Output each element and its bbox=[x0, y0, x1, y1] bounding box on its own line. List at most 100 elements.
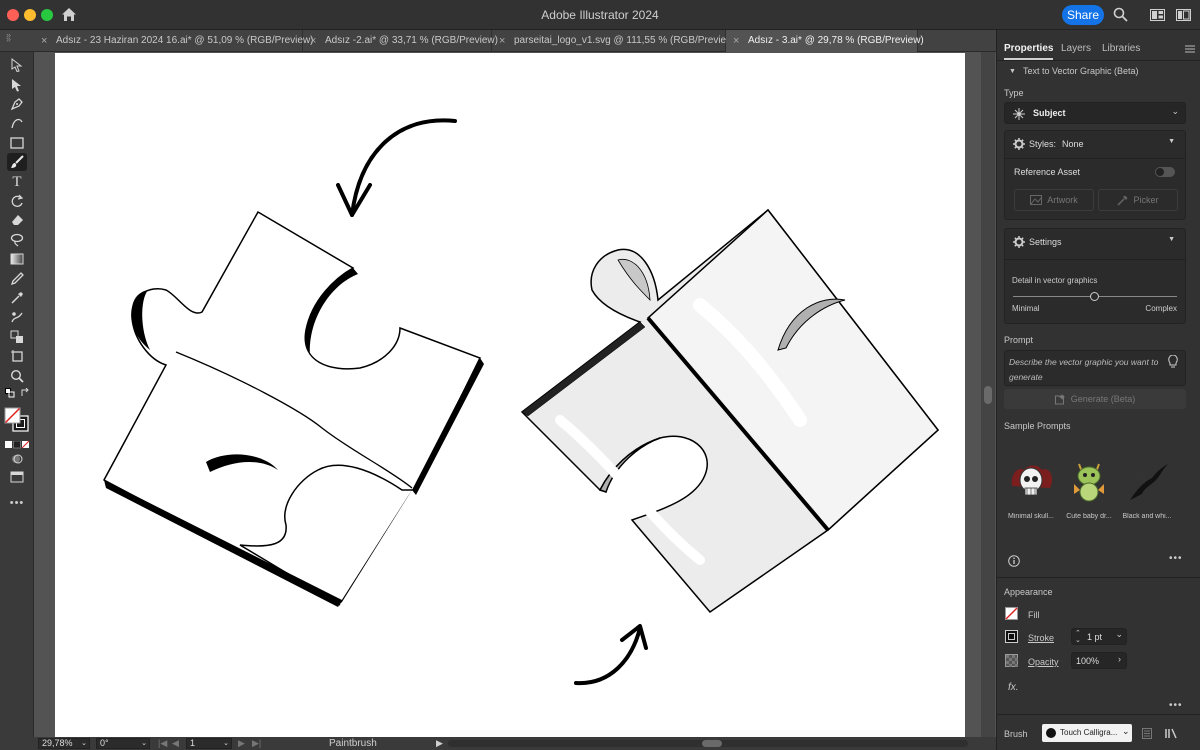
fill-stroke-swatches[interactable] bbox=[4, 407, 30, 433]
last-artboard-icon[interactable]: ▶| bbox=[252, 737, 261, 750]
caret-down-icon[interactable]: ▼ bbox=[1168, 138, 1175, 145]
brush-libraries-icon[interactable] bbox=[1165, 728, 1177, 739]
stroke-weight-field[interactable]: ⌃ ⌄ 1 pt ⌄ bbox=[1071, 628, 1127, 645]
reference-asset-toggle[interactable] bbox=[1155, 167, 1175, 177]
artboard-tool[interactable] bbox=[7, 347, 27, 365]
brush-options-icon[interactable] bbox=[1142, 728, 1152, 739]
horizontal-scrollbar[interactable] bbox=[448, 740, 968, 747]
artboard[interactable] bbox=[55, 53, 965, 737]
rotation-field[interactable]: 0° ⌄ bbox=[96, 738, 150, 749]
status-menu-arrow-icon[interactable]: ▶ bbox=[436, 737, 443, 750]
puzzle-artwork[interactable] bbox=[55, 53, 965, 737]
workspace-switcher-icon[interactable] bbox=[1150, 9, 1165, 21]
artwork-button[interactable]: Artwork bbox=[1014, 189, 1094, 211]
close-tab-icon[interactable]: × bbox=[41, 30, 47, 52]
caret-down-icon[interactable]: ▼ bbox=[1168, 236, 1175, 243]
tab-libraries[interactable]: Libraries bbox=[1102, 38, 1140, 60]
close-tab-icon[interactable]: × bbox=[733, 30, 739, 52]
prompt-label: Prompt bbox=[1004, 335, 1034, 345]
curvature-tool[interactable] bbox=[7, 114, 27, 132]
current-tool-label: Paintbrush bbox=[329, 738, 377, 749]
search-icon[interactable] bbox=[1113, 7, 1128, 22]
share-button[interactable]: Share bbox=[1062, 5, 1104, 25]
screen-mode-tool[interactable] bbox=[7, 468, 27, 486]
gradient-tool[interactable] bbox=[7, 250, 27, 268]
title-bar: Adobe Illustrator 2024 Share bbox=[0, 0, 1200, 30]
generate-button[interactable]: Generate (Beta) bbox=[1004, 389, 1186, 409]
more-options-icon[interactable]: ••• bbox=[1169, 700, 1183, 711]
toolbar-collapse-icon[interactable]: » bbox=[6, 30, 11, 40]
brush-label: Brush bbox=[1004, 729, 1028, 739]
close-tab-icon[interactable]: × bbox=[310, 30, 316, 52]
eraser-tool[interactable] bbox=[7, 211, 27, 229]
opacity-label[interactable]: Opacity bbox=[1028, 657, 1059, 667]
chevron-down-icon[interactable]: ▼ bbox=[1009, 68, 1016, 75]
arrange-documents-icon[interactable] bbox=[1176, 9, 1191, 21]
pencil-tool[interactable] bbox=[7, 270, 27, 288]
styles-value[interactable]: None bbox=[1062, 139, 1084, 149]
rotate-icon bbox=[11, 194, 24, 207]
first-artboard-icon[interactable]: |◀ bbox=[158, 737, 167, 750]
swap-colors-control[interactable] bbox=[20, 388, 30, 398]
artboard-number-field[interactable]: 1 ⌄ bbox=[186, 738, 232, 749]
brush-dropdown[interactable]: Touch Calligra... ⌄ bbox=[1042, 724, 1132, 742]
chevron-right-icon[interactable]: › bbox=[1118, 654, 1121, 664]
more-options-icon[interactable]: ••• bbox=[1169, 553, 1183, 564]
blend-tool[interactable] bbox=[7, 328, 27, 346]
lasso-tool[interactable] bbox=[7, 231, 27, 249]
toggle-knob bbox=[1156, 168, 1164, 176]
panel-menu-icon[interactable] bbox=[1185, 44, 1195, 54]
eyedropper-tool[interactable] bbox=[7, 289, 27, 307]
stepper-arrows-icon[interactable]: ⌃ ⌄ bbox=[1075, 630, 1081, 644]
tab-layers[interactable]: Layers bbox=[1061, 38, 1091, 60]
next-artboard-icon[interactable]: ▶ bbox=[238, 737, 245, 750]
chevron-down-icon[interactable]: ⌄ bbox=[1115, 629, 1123, 640]
direct-selection-tool[interactable] bbox=[7, 76, 27, 94]
left-piece-shadow-corner bbox=[338, 490, 412, 606]
stroke-label[interactable]: Stroke bbox=[1028, 633, 1054, 643]
selection-tool[interactable] bbox=[7, 56, 27, 74]
styles-section: Styles: None ▼ Reference Asset Artwork P… bbox=[1004, 130, 1186, 220]
draw-mode-tool[interactable] bbox=[7, 450, 27, 468]
sample-prompt-skull[interactable]: Minimal skull... bbox=[1004, 460, 1058, 520]
stroke-swatch-icon[interactable] bbox=[1005, 630, 1018, 643]
opacity-icon[interactable] bbox=[1005, 654, 1018, 667]
opacity-field[interactable]: 100% › bbox=[1071, 652, 1127, 669]
rotate-tool[interactable] bbox=[7, 192, 27, 210]
scroll-thumb[interactable] bbox=[702, 740, 722, 747]
fx-button[interactable]: fx. bbox=[1008, 682, 1019, 693]
lightbulb-icon[interactable] bbox=[1167, 355, 1179, 369]
direct-selection-icon bbox=[12, 79, 21, 92]
prompt-input[interactable]: Describe the vector graphic you want to … bbox=[1004, 350, 1186, 386]
detail-min-label: Minimal bbox=[1012, 304, 1040, 313]
tab-properties[interactable]: Properties bbox=[1004, 38, 1054, 60]
picker-button[interactable]: Picker bbox=[1098, 189, 1178, 211]
document-tab-3[interactable]: × parseitai_logo_v1.svg @ 111,55 % (RGB/P… bbox=[492, 30, 737, 52]
fill-swatch-icon[interactable] bbox=[1005, 607, 1018, 620]
type-dropdown[interactable]: Subject ⌄ bbox=[1004, 102, 1186, 124]
color-mode-buttons[interactable] bbox=[5, 436, 30, 449]
sample-prompt-bird[interactable]: Black and whi... bbox=[1120, 460, 1174, 520]
type-tool[interactable]: T bbox=[7, 173, 27, 191]
detail-slider-thumb[interactable] bbox=[1090, 292, 1099, 301]
info-icon[interactable] bbox=[1008, 555, 1020, 567]
previous-artboard-icon[interactable]: ◀ bbox=[172, 737, 179, 750]
document-tab-1[interactable]: × Adsız - 23 Haziran 2024 16.ai* @ 51,09 … bbox=[34, 30, 314, 52]
puppet-warp-tool[interactable] bbox=[7, 308, 27, 326]
rectangle-tool[interactable] bbox=[7, 134, 27, 152]
scroll-thumb[interactable] bbox=[984, 386, 992, 404]
document-tab-2[interactable]: × Adsız -2.ai* @ 33,71 % (RGB/Preview) bbox=[303, 30, 498, 52]
document-tab-4-active[interactable]: × Adsız - 3.ai* @ 29,78 % (RGB/Preview) bbox=[726, 30, 924, 52]
subject-icon bbox=[1013, 108, 1025, 120]
vertical-scrollbar[interactable] bbox=[981, 52, 995, 740]
zoom-field[interactable]: 29,78% ⌄ bbox=[38, 738, 90, 749]
sample-prompt-baby-dragon[interactable]: Cute baby dr... bbox=[1062, 460, 1116, 520]
type-label: Type bbox=[1004, 88, 1024, 98]
close-tab-icon[interactable]: × bbox=[499, 30, 505, 52]
zoom-tool[interactable] bbox=[7, 367, 27, 385]
edit-toolbar-button[interactable]: ••• bbox=[7, 494, 27, 512]
default-colors-control[interactable] bbox=[5, 388, 15, 398]
pen-tool[interactable] bbox=[7, 95, 27, 113]
paintbrush-tool[interactable] bbox=[7, 153, 27, 171]
blend-icon bbox=[10, 330, 23, 343]
